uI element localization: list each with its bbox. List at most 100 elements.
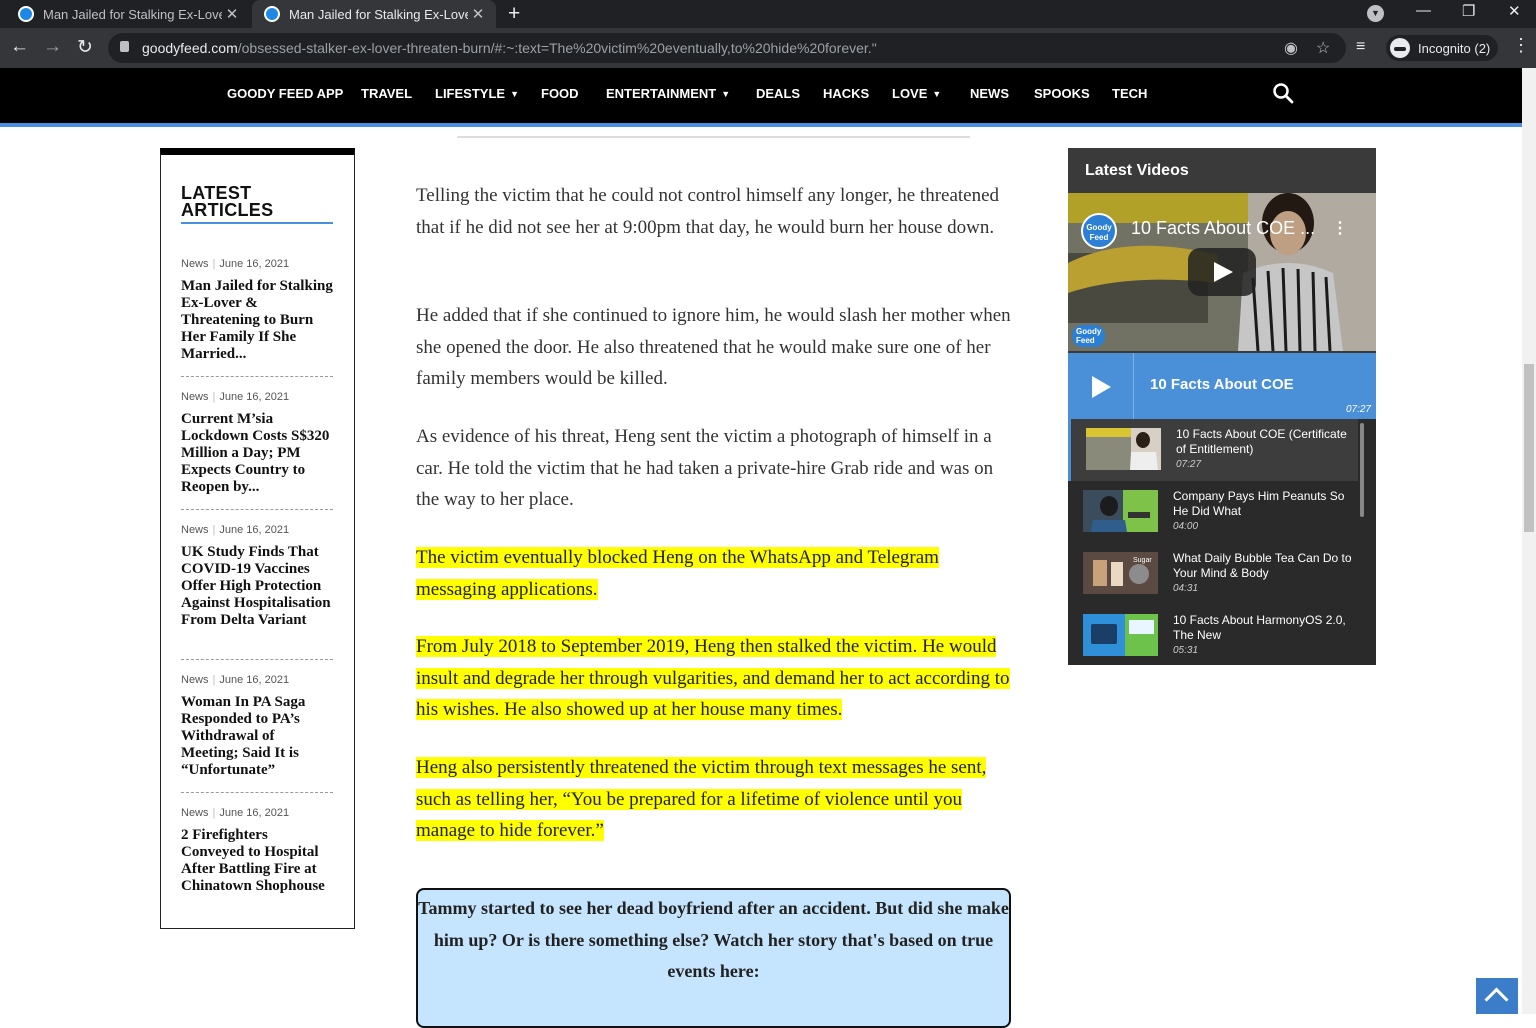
nav-hacks[interactable]: HACKS xyxy=(823,86,869,101)
more-options-icon[interactable]: ⋮ xyxy=(1332,218,1348,238)
reload-icon[interactable]: ↻ xyxy=(77,36,93,59)
highlighted-paragraph: The victim eventually blocked Heng on th… xyxy=(416,542,1016,605)
article-date: June 16, 2021 xyxy=(219,807,290,819)
divider xyxy=(181,792,333,793)
video-thumbnail: Sugar xyxy=(1083,552,1158,594)
back-to-top-button[interactable] xyxy=(1476,978,1518,1014)
promo-callout-box: Tammy started to see her dead boyfriend … xyxy=(416,888,1011,1028)
nav-food[interactable]: FOOD xyxy=(541,86,579,101)
article-category[interactable]: News xyxy=(181,391,209,403)
nav-travel[interactable]: TRAVEL xyxy=(361,86,412,101)
divider xyxy=(181,509,333,510)
nav-deals[interactable]: DEALS xyxy=(756,86,800,101)
nav-accent-border xyxy=(0,123,1522,127)
article-meta: News | June 16, 2021 xyxy=(181,258,333,270)
playlist-item-title: 10 Facts About COE (Certificate of Entit… xyxy=(1176,427,1356,472)
goodyfeed-favicon-icon xyxy=(18,6,34,22)
nav-spooks[interactable]: SPOOKS xyxy=(1034,86,1090,101)
nav-news[interactable]: NEWS xyxy=(970,86,1009,101)
restore-icon[interactable]: ❐ xyxy=(1462,2,1475,20)
play-button-icon[interactable] xyxy=(1188,248,1256,296)
close-tab-icon[interactable]: ✕ xyxy=(468,5,488,23)
goodyfeed-favicon-icon xyxy=(264,6,280,22)
player-title[interactable]: 10 Facts About COE ... xyxy=(1131,218,1315,239)
video-thumbnail xyxy=(1083,490,1158,532)
tracking-blocked-eye-icon[interactable]: ◉ xyxy=(1284,38,1298,58)
article-list-item[interactable]: News | June 16, 2021 Woman In PA Saga Resp… xyxy=(181,674,333,779)
now-playing-bar[interactable]: 10 Facts About COE 07:27 xyxy=(1068,353,1376,419)
highlighted-text: From July 2018 to September 2019, Heng t… xyxy=(416,636,1010,720)
playlist-item[interactable]: Sugar What Daily Bubble Tea Can Do to Yo… xyxy=(1068,543,1358,605)
reading-list-icon[interactable]: ≡ xyxy=(1356,38,1365,56)
address-bar[interactable]: goodyfeed.com/obsessed-stalker-ex-lover-… xyxy=(108,33,1346,63)
divider xyxy=(181,659,333,660)
article-paragraph: He added that if she continued to ignore… xyxy=(416,300,1016,395)
paragraph-text: As evidence of his threat, Heng sent the… xyxy=(416,426,994,510)
playlist-item[interactable]: Company Pays Him Peanuts So He Did What 0… xyxy=(1068,481,1358,543)
play-icon[interactable] xyxy=(1092,376,1111,398)
browser-tab-1[interactable]: Man Jailed for Stalking Ex-Lover & Threa… xyxy=(6,0,250,28)
article-title-link[interactable]: Woman In PA Saga Responded to PA’s Withd… xyxy=(181,694,333,779)
video-duration: 07:27 xyxy=(1176,459,1202,470)
article-date: June 16, 2021 xyxy=(219,524,290,536)
new-tab-plus-icon[interactable]: + xyxy=(508,2,520,26)
forward-arrow-icon[interactable]: → xyxy=(43,36,62,58)
nav-entertainment[interactable]: ENTERTAINMENT ▼ xyxy=(606,86,730,101)
highlighted-text: The victim eventually blocked Heng on th… xyxy=(416,547,939,600)
article-title-link[interactable]: Current M’sia Lockdown Costs S$320 Milli… xyxy=(181,411,333,496)
playlist-item[interactable]: 10 Facts About HarmonyOS 2.0, The New 05:… xyxy=(1068,605,1358,665)
article-list-item[interactable]: News | June 16, 2021 Man Jailed for Stalki… xyxy=(181,258,333,363)
video-player[interactable]: Goody Feed 10 Facts About COE ... ⋮ Goody… xyxy=(1068,193,1376,351)
meta-separator: | xyxy=(212,807,216,819)
playlist-item-title: What Daily Bubble Tea Can Do to Your Min… xyxy=(1173,551,1353,596)
highlighted-paragraph: Heng also persistently threatened the vi… xyxy=(416,752,1016,847)
article-category[interactable]: News xyxy=(181,258,209,270)
page-scrollbar-thumb[interactable] xyxy=(1524,364,1534,532)
back-arrow-icon[interactable]: ← xyxy=(10,36,29,58)
article-category[interactable]: News xyxy=(181,524,209,536)
playlist-item-title: Company Pays Him Peanuts So He Did What 0… xyxy=(1173,489,1353,534)
goodyfeed-logo-icon: Goody Feed xyxy=(1081,213,1117,249)
minimize-icon[interactable]: — xyxy=(1416,2,1431,19)
chevron-down-icon: ▼ xyxy=(510,89,519,99)
nav-love[interactable]: LOVE ▼ xyxy=(892,86,941,101)
playlist-item[interactable]: 10 Facts About COE (Certificate of Entit… xyxy=(1068,419,1358,481)
browser-menu-icon[interactable]: ⋮ xyxy=(1512,35,1530,56)
article-category[interactable]: News xyxy=(181,807,209,819)
bookmark-star-icon[interactable]: ☆ xyxy=(1316,38,1330,58)
article-title-link[interactable]: UK Study Finds That COVID-19 Vaccines Of… xyxy=(181,544,333,629)
article-list-item[interactable]: News | June 16, 2021 Current M’sia Lockdow… xyxy=(181,391,333,496)
close-tab-icon[interactable]: ✕ xyxy=(222,5,242,23)
nav-label: ENTERTAINMENT xyxy=(606,86,717,101)
heading-underline xyxy=(181,222,333,224)
video-duration: 04:00 xyxy=(1173,521,1199,532)
playlist-scrollbar[interactable] xyxy=(1360,423,1364,517)
nav-label: NEWS xyxy=(970,86,1009,101)
article-title-link[interactable]: Man Jailed for Stalking Ex-Lover & Threa… xyxy=(181,278,333,363)
video-playlist[interactable]: 10 Facts About COE (Certificate of Entit… xyxy=(1068,419,1376,665)
page-scrollbar[interactable] xyxy=(1522,68,1536,1014)
goodyfeed-watermark-logo: Goody Feed xyxy=(1072,325,1106,347)
nav-label: LIFESTYLE xyxy=(435,86,506,101)
browser-tab-2[interactable]: Man Jailed for Stalking Ex-Lover & Threa… xyxy=(252,0,496,28)
browser-toolbar: ← → ↻ goodyfeed.com/obsessed-stalker-ex-… xyxy=(0,28,1536,68)
search-icon[interactable] xyxy=(1272,82,1294,104)
article-list-item[interactable]: News | June 16, 2021 UK Study Finds That C… xyxy=(181,524,333,629)
article-category[interactable]: News xyxy=(181,674,209,686)
video-duration: 04:31 xyxy=(1173,583,1199,594)
nav-tech[interactable]: TECH xyxy=(1112,86,1147,101)
close-window-icon[interactable]: ✕ xyxy=(1508,2,1521,20)
nav-lifestyle[interactable]: LIFESTYLE ▼ xyxy=(435,86,519,101)
article-title-link[interactable]: 2 Firefighters Conveyed to Hospital Afte… xyxy=(181,827,333,895)
nav-goody-feed-app[interactable]: GOODY FEED APP xyxy=(227,86,343,101)
meta-separator: | xyxy=(212,524,216,536)
meta-separator: | xyxy=(212,674,216,686)
video-thumbnail xyxy=(1083,614,1158,656)
article-list-item[interactable]: News | June 16, 2021 2 Firefighters Convey… xyxy=(181,807,333,895)
url-text: goodyfeed.com/obsessed-stalker-ex-lover-… xyxy=(142,40,877,56)
chevron-down-icon: ▼ xyxy=(932,89,942,99)
incognito-badge[interactable]: Incognito (2) xyxy=(1386,35,1498,61)
tab-search-icon[interactable]: ▼ xyxy=(1367,5,1384,22)
nav-label: SPOOKS xyxy=(1034,86,1090,101)
article-date: June 16, 2021 xyxy=(219,258,290,270)
